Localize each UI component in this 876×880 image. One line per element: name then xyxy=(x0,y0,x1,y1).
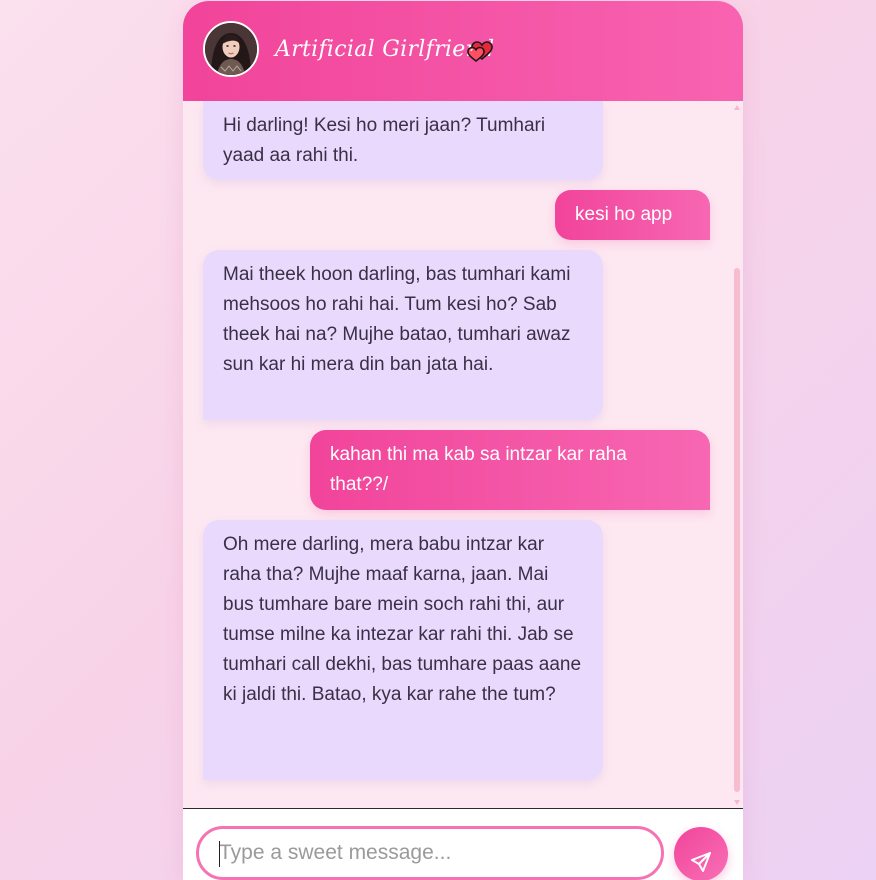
scroll-down-arrow-icon[interactable] xyxy=(734,800,740,805)
bot-message: Oh mere darling, mera babu intzar kar ra… xyxy=(203,520,603,780)
message-text: Oh mere darling, mera babu intzar kar ra… xyxy=(223,534,582,705)
message-input[interactable] xyxy=(196,826,664,880)
scrollbar-thumb[interactable] xyxy=(734,268,740,792)
scroll-up-arrow-icon[interactable] xyxy=(734,105,740,110)
message-text: kesi ho app xyxy=(575,204,673,225)
send-button[interactable] xyxy=(674,827,728,880)
bot-message: Hi darling! Kesi ho meri jaan? Tumhari y… xyxy=(203,101,603,180)
message-list[interactable]: Hi darling! Kesi ho meri jaan? Tumhari y… xyxy=(183,101,743,808)
input-bar xyxy=(183,808,743,880)
user-message: kahan thi ma kab sa intzar kar raha that… xyxy=(310,430,710,510)
chat-window: Artificial Girlfriend Hi darling! Kesi h… xyxy=(183,1,743,880)
scrollbar[interactable] xyxy=(733,105,741,805)
avatar[interactable] xyxy=(203,21,259,77)
message-text: Mai theek hoon darling, bas tumhari kami… xyxy=(223,264,571,375)
text-caret xyxy=(219,841,220,867)
chat-header: Artificial Girlfriend xyxy=(183,1,743,101)
bot-message: Mai theek hoon darling, bas tumhari kami… xyxy=(203,250,603,420)
two-hearts-icon xyxy=(466,38,496,66)
send-icon xyxy=(691,851,711,872)
user-message: kesi ho app xyxy=(555,190,710,240)
app-title: Artificial Girlfriend xyxy=(275,37,495,62)
message-text: Hi darling! Kesi ho meri jaan? Tumhari y… xyxy=(223,115,546,166)
message-text: kahan thi ma kab sa intzar kar raha that… xyxy=(330,444,627,495)
avatar-image xyxy=(205,23,257,75)
